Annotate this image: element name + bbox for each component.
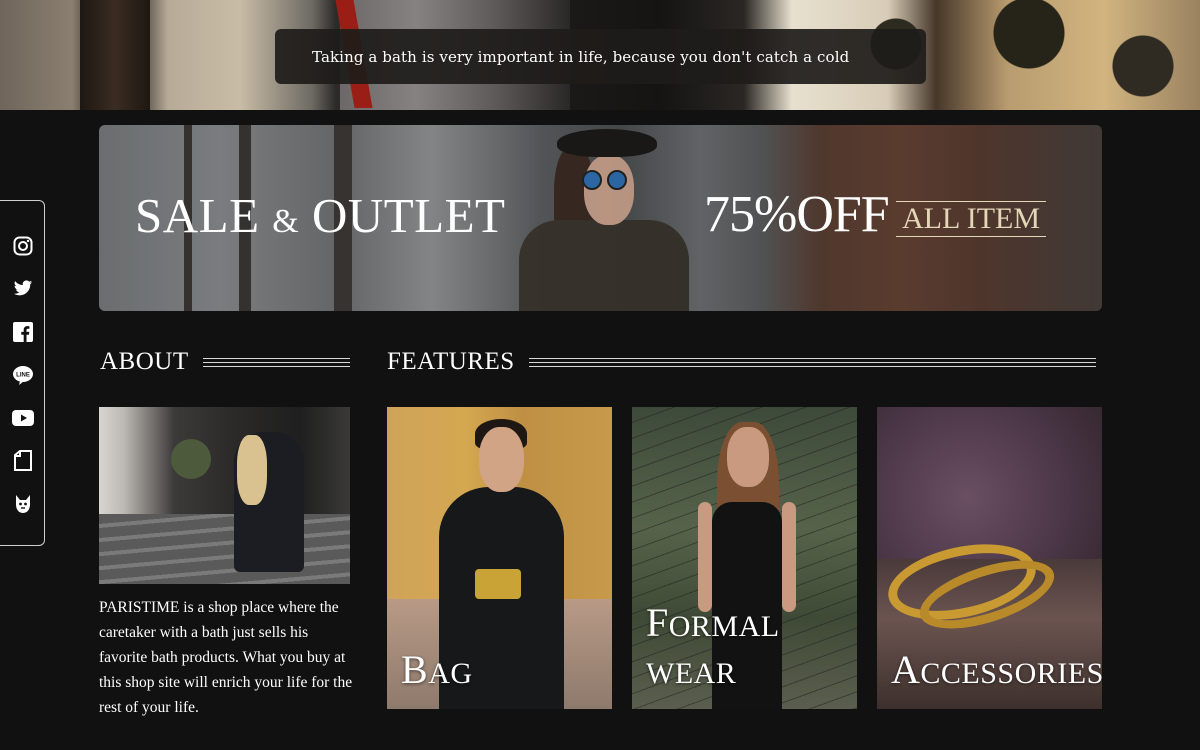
heading-rule (202, 357, 350, 367)
label-rest: AG (428, 657, 473, 690)
about-heading: ABOUT (100, 348, 350, 376)
about-text: PARISTIME is a shop place where the care… (99, 599, 353, 716)
feature-card-label: FORMAL WEAR (646, 599, 857, 693)
model-hair (237, 435, 267, 505)
label-initial: A (891, 647, 921, 692)
instagram-icon[interactable] (12, 235, 34, 256)
label-initial: F (646, 600, 669, 645)
line-icon[interactable]: LINE (12, 364, 34, 385)
quote-bar: Taking a bath is very important in life,… (275, 29, 926, 84)
sale-outlet-title: SALE & OUTLET (135, 187, 505, 244)
hero-image: Taking a bath is very important in life,… (0, 0, 1200, 110)
ampersand: & (272, 203, 300, 240)
youtube-icon[interactable] (11, 407, 34, 428)
feature-card-label: ACCESSORIES (891, 646, 1102, 693)
model-arm (698, 502, 712, 612)
quote-text: Taking a bath is very important in life,… (312, 47, 850, 66)
bush (171, 439, 211, 479)
sale-banner[interactable]: SALE & OUTLET 75%OFF ALL ITEM (99, 125, 1102, 311)
steps (99, 514, 350, 584)
about-image (99, 407, 350, 584)
svg-text:LINE: LINE (16, 372, 30, 378)
heading-rule (528, 357, 1096, 367)
model-face (727, 427, 769, 487)
model-arm (782, 502, 796, 612)
model-face (479, 427, 524, 492)
feature-card-accessories[interactable]: ACCESSORIES (877, 407, 1102, 709)
all-item-label: ALL ITEM (896, 201, 1047, 237)
feature-card-label: BAG (401, 646, 473, 693)
outlet-word: OUTLET (311, 188, 506, 243)
about-heading-label: ABOUT (100, 348, 189, 375)
feature-card-bag[interactable]: BAG (387, 407, 612, 709)
twitter-icon[interactable] (12, 278, 34, 299)
note-icon[interactable] (12, 450, 34, 471)
yellow-purse (475, 569, 521, 599)
label-initial: B (401, 647, 429, 692)
features-heading-label: FEATURES (387, 348, 515, 375)
sale-word: SALE (135, 188, 260, 243)
facebook-icon[interactable] (12, 321, 34, 342)
label-rest: CCESSORIES (920, 657, 1102, 690)
tree-trunk (80, 0, 150, 110)
features-heading: FEATURES (387, 348, 1096, 376)
social-sidebar: LINE (0, 200, 45, 546)
discount-text: 75%OFF (704, 186, 890, 243)
mascot-icon[interactable] (12, 493, 34, 514)
feature-card-formal-wear[interactable]: FORMAL WEAR (632, 407, 857, 709)
